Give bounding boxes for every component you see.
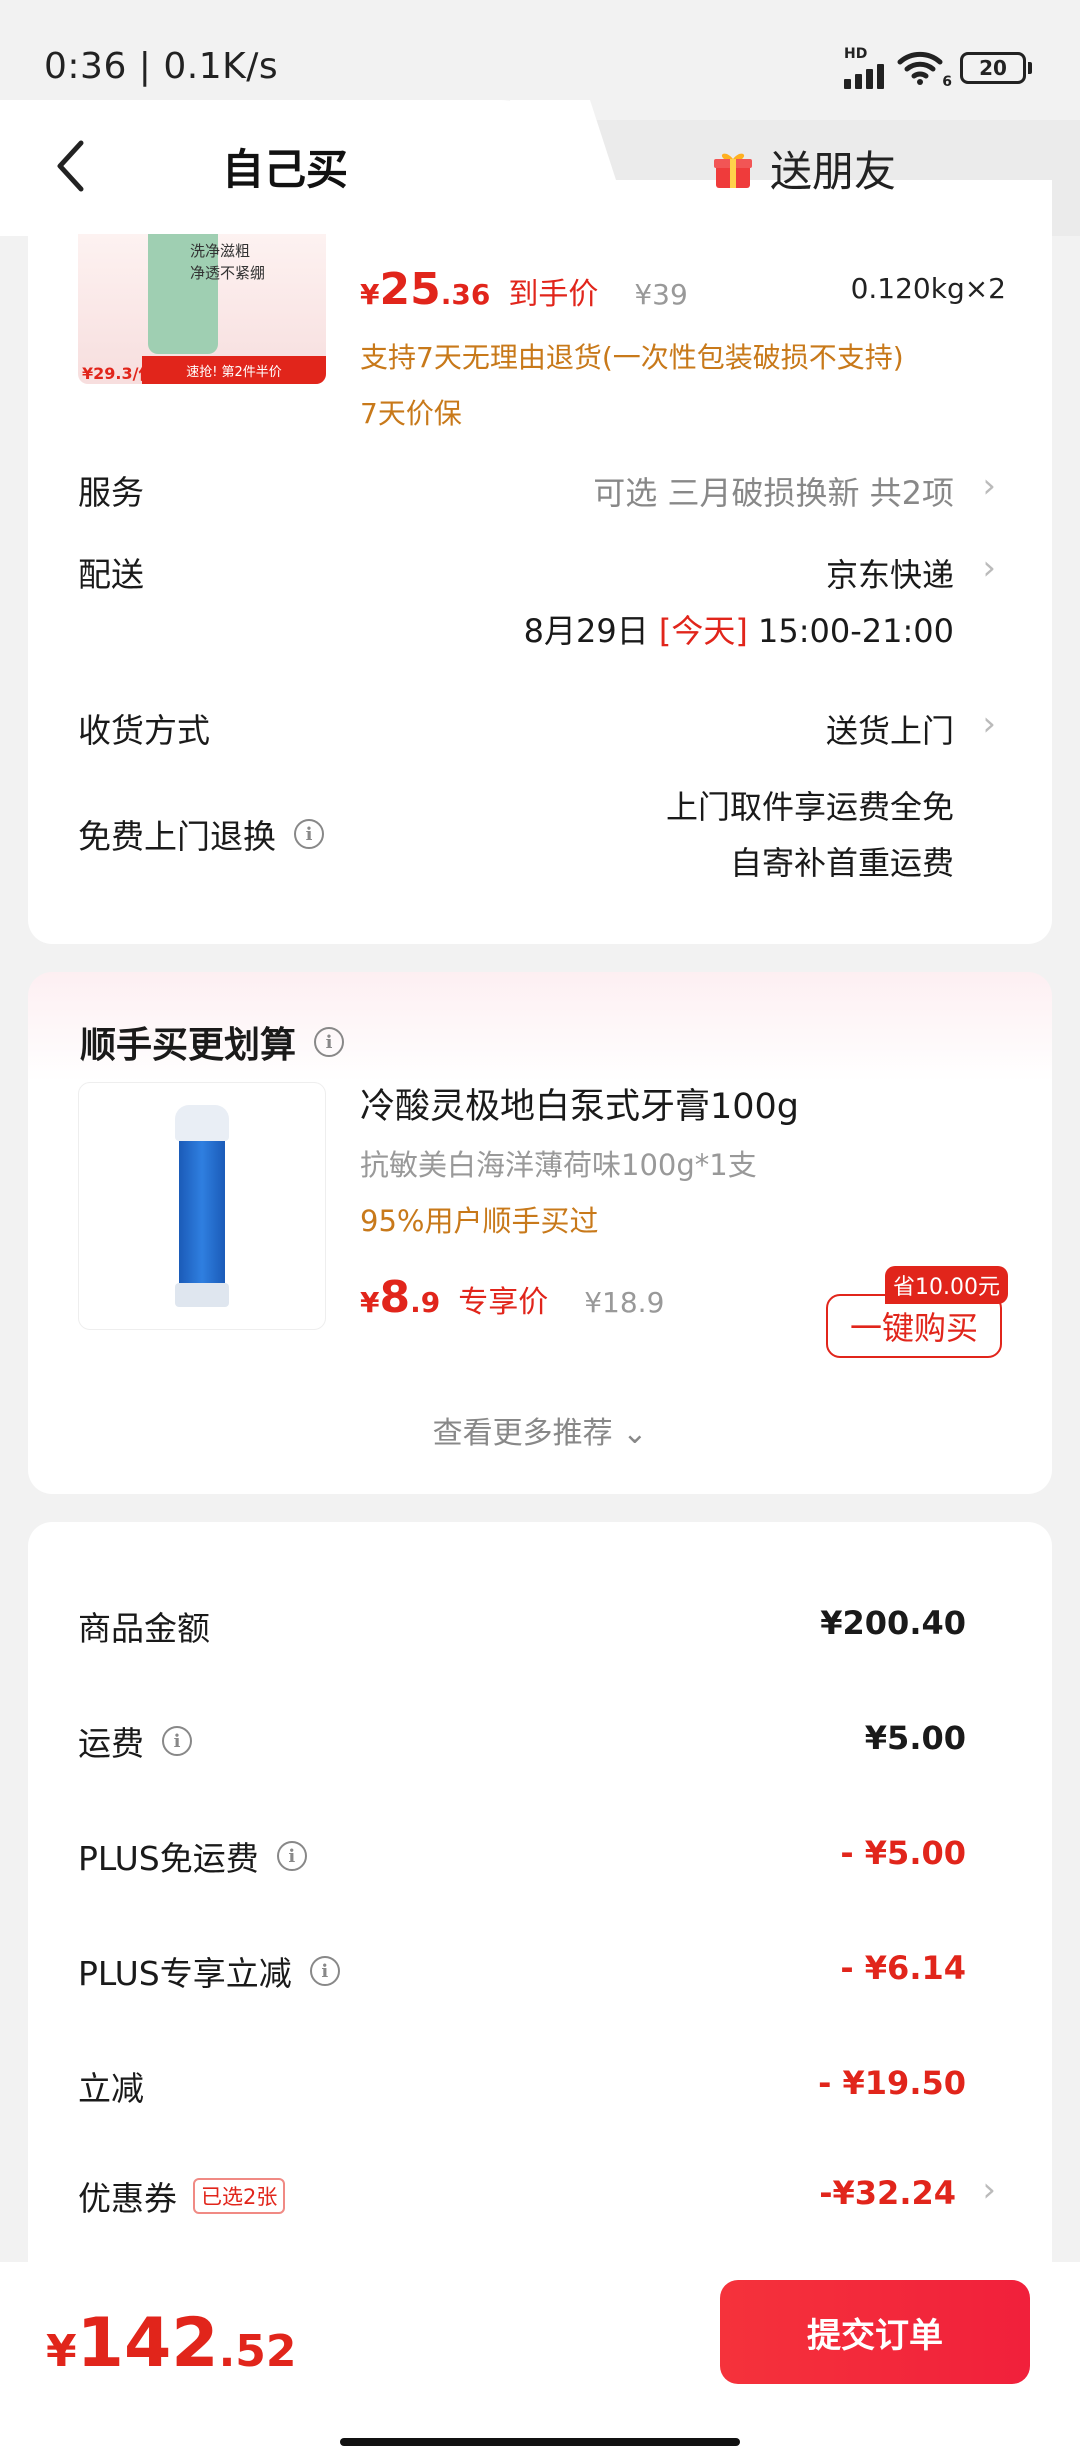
fee-value-plus-discount: - ¥6.14 [840, 1949, 966, 1987]
addon-title: 顺手买更划算 i [80, 1016, 345, 1068]
status-icons: HD 6 20 [844, 46, 1032, 90]
service-label: 服务 [78, 473, 144, 512]
fee-label-plus-discount: PLUS专享立减 i [78, 1947, 340, 1995]
home-indicator[interactable] [340, 2438, 740, 2446]
battery-icon: 20 [960, 52, 1032, 84]
return-policy: 支持7天无理由退货(一次性包装破损不支持) [360, 341, 904, 374]
thumbnail-promo-strip: 速抢! 第2件半价 [142, 356, 326, 384]
product-thumbnail[interactable]: 洗净滋粗 净透不紧绷 ¥29.3/件 速抢! 第2件半价 [78, 234, 326, 384]
fee-label-shipping: 运费 i [78, 1717, 192, 1765]
fee-label-plus-free-shipping: PLUS免运费 i [78, 1832, 307, 1880]
receive-method-label: 收货方式 [78, 711, 210, 750]
addon-product-spec: 抗敏美白海洋薄荷味100g*1支 [360, 1148, 757, 1182]
chevron-right-icon: › [982, 2170, 996, 2210]
product-price: ¥ 25 .36 到手价 ¥39 [360, 264, 688, 315]
addon-product-name[interactable]: 冷酸灵极地白泵式牙膏100g [360, 1078, 799, 1129]
addon-recommendation-card: 顺手买更划算 i 冷酸灵极地白泵式牙膏100g 抗敏美白海洋薄荷味100g*1支… [28, 972, 1052, 1494]
pump-toothpaste-image [179, 1113, 225, 1303]
back-button[interactable] [48, 134, 92, 198]
info-icon[interactable]: i [309, 1956, 340, 1986]
chevron-down-icon: ⌄ [622, 1416, 648, 1451]
chevron-left-icon [57, 140, 84, 192]
addon-buyers-note: 95%用户顺手买过 [360, 1204, 599, 1238]
submit-order-button[interactable]: 提交订单 [720, 2280, 1030, 2384]
service-option[interactable]: 可选 三月破损换新 共2项 [593, 468, 954, 514]
price-tag: 专享价 [458, 1285, 549, 1320]
status-time: 0:36 | 0.1K/s [44, 46, 279, 87]
original-price: ¥18.9 [584, 1286, 665, 1319]
chevron-right-icon: › [982, 548, 996, 588]
info-icon[interactable]: i [162, 1726, 192, 1756]
chevron-right-icon: › [982, 466, 996, 506]
product-weight: 0.120kg×2 [850, 272, 1006, 305]
fee-value-goods: ¥200.40 [820, 1604, 966, 1642]
checkout-bar: ¥ 142 .52 提交订单 [0, 2262, 1080, 2460]
free-return-line1: 上门取件享运费全免 [665, 788, 954, 826]
fee-label-instant-discount: 立减 [78, 2069, 144, 2108]
fee-value-coupon[interactable]: -¥32.24 [819, 2174, 956, 2212]
wifi-icon: 6 [896, 48, 952, 90]
price-guarantee: 7天价保 [360, 397, 462, 430]
info-icon[interactable]: i [294, 819, 324, 849]
cellular-signal-icon: HD [844, 47, 884, 89]
addon-price: ¥ 8 .9 专享价 ¥18.9 [360, 1272, 665, 1323]
info-icon[interactable]: i [276, 1841, 307, 1871]
fee-value-plus-free-shipping: - ¥5.00 [840, 1834, 966, 1872]
delivery-carrier[interactable]: 京东快递 [826, 550, 954, 596]
gift-icon [714, 153, 752, 188]
delivery-time[interactable]: 8月29日 [今天] 15:00-21:00 [524, 606, 954, 652]
thumbnail-caption: 洗净滋粗 净透不紧绷 [190, 242, 266, 282]
info-icon[interactable]: i [314, 1027, 345, 1057]
more-recommendations-link[interactable]: 查看更多推荐 ⌄ [28, 1408, 1052, 1452]
save-badge: 省10.00元 [885, 1266, 1008, 1304]
delivery-label: 配送 [78, 555, 144, 594]
fee-value-shipping: ¥5.00 [864, 1719, 966, 1757]
fee-value-instant-discount: - ¥19.50 [818, 2064, 966, 2102]
order-total: ¥ 142 .52 [46, 2304, 297, 2383]
tab-send-friend[interactable]: 送朋友 [712, 138, 896, 199]
price-tag: 到手价 [508, 277, 599, 312]
original-price: ¥39 [634, 278, 688, 311]
addon-product-thumbnail[interactable] [78, 1082, 326, 1330]
tab-self-buy-label: 自己买 [222, 145, 349, 194]
free-return-label: 免费上门退换 i [78, 810, 324, 858]
free-return-line2: 自寄补首重运费 [729, 844, 954, 882]
fee-label-goods: 商品金额 [78, 1609, 210, 1648]
receive-method-value[interactable]: 送货上门 [826, 706, 954, 752]
chevron-right-icon: › [982, 704, 996, 744]
fee-label-coupon[interactable]: 优惠券 已选2张 [78, 2172, 286, 2220]
coupon-count-badge: 已选2张 [193, 2178, 286, 2214]
order-item-card: 洗净滋粗 净透不紧绷 ¥29.3/件 速抢! 第2件半价 ¥ 25 .36 到手… [28, 180, 1052, 944]
